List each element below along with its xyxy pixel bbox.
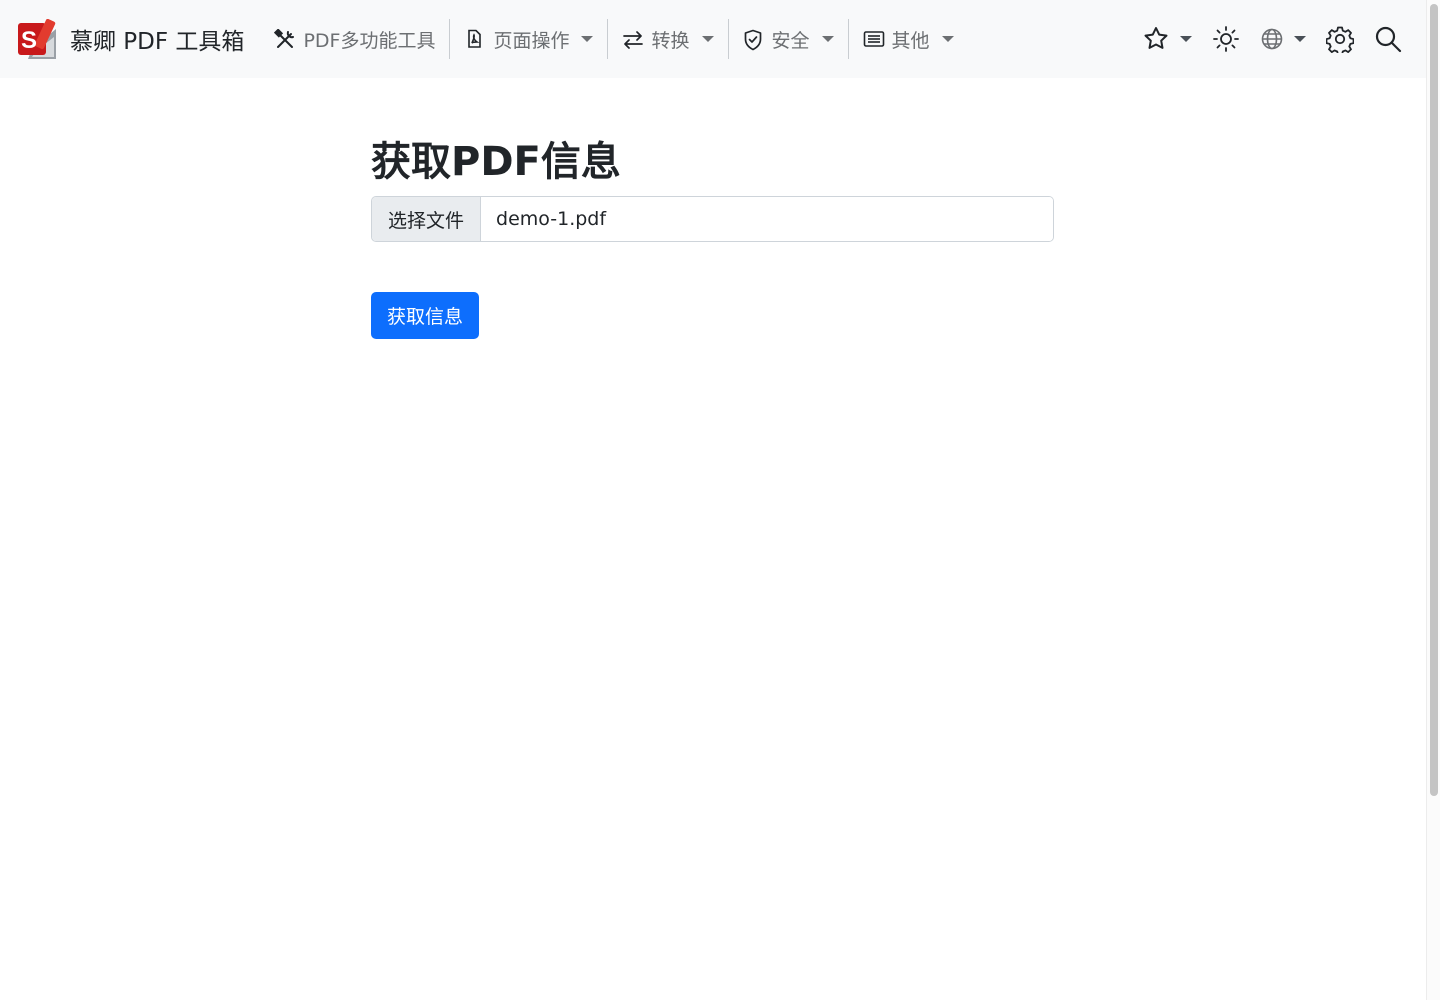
- chevron-down-icon: [1294, 36, 1306, 42]
- list-card-icon: [863, 29, 884, 49]
- chevron-down-icon: [581, 36, 594, 42]
- search-button[interactable]: [1374, 25, 1402, 53]
- sun-icon: [1212, 25, 1240, 53]
- nav-other[interactable]: 其他: [849, 19, 968, 59]
- gear-icon: [1326, 25, 1354, 53]
- chevron-down-icon: [701, 36, 714, 42]
- nav-page-operations-label: 页面操作: [493, 29, 570, 52]
- selected-file-name[interactable]: demo-1.pdf: [481, 197, 1053, 241]
- page: S 慕卿 PDF 工具箱 PDF多功能工具 页面操作 转换 安全 其他 获取PD…: [0, 0, 1440, 1000]
- arrow-left-right-icon: [622, 29, 644, 49]
- brand[interactable]: S 慕卿 PDF 工具箱: [18, 19, 244, 59]
- nav-convert[interactable]: 转换: [608, 19, 727, 59]
- main-content: 获取PDF信息 选择文件 demo-1.pdf 获取信息: [371, 132, 1054, 339]
- vertical-scrollbar[interactable]: [1426, 0, 1440, 1000]
- theme-toggle[interactable]: [1212, 25, 1240, 53]
- tools-icon: [274, 29, 295, 49]
- navbar: S 慕卿 PDF 工具箱 PDF多功能工具 页面操作 转换 安全 其他: [0, 0, 1426, 78]
- globe-icon: [1260, 27, 1284, 51]
- shield-check-icon: [743, 29, 763, 51]
- app-logo-icon: S: [18, 19, 56, 59]
- star-icon: [1142, 25, 1170, 53]
- get-info-button[interactable]: 获取信息: [371, 292, 480, 339]
- chevron-down-icon: [941, 36, 954, 42]
- chevron-down-icon: [821, 36, 834, 42]
- file-pdf-icon: [464, 29, 484, 49]
- nav-security[interactable]: 安全: [729, 19, 848, 59]
- scrollbar-thumb[interactable]: [1430, 4, 1438, 796]
- nav-pdf-multi-tool-label: PDF多功能工具: [303, 29, 436, 52]
- choose-file-button[interactable]: 选择文件: [372, 197, 482, 241]
- navbar-right-tools: [1122, 0, 1402, 78]
- favorites-dropdown[interactable]: [1142, 25, 1192, 53]
- svg-text:S: S: [21, 27, 37, 54]
- language-dropdown[interactable]: [1260, 27, 1306, 51]
- nav-security-label: 安全: [771, 29, 810, 52]
- nav-page-operations[interactable]: 页面操作: [450, 19, 607, 59]
- nav-other-label: 其他: [891, 29, 930, 52]
- file-input-group[interactable]: 选择文件 demo-1.pdf: [371, 196, 1054, 242]
- settings-button[interactable]: [1326, 25, 1354, 53]
- page-title: 获取PDF信息: [371, 139, 621, 185]
- nav-pdf-multi-tool[interactable]: PDF多功能工具: [260, 19, 449, 59]
- search-icon: [1374, 25, 1402, 53]
- nav-convert-label: 转换: [651, 29, 690, 52]
- chevron-down-icon: [1180, 36, 1192, 42]
- brand-title: 慕卿 PDF 工具箱: [70, 29, 245, 55]
